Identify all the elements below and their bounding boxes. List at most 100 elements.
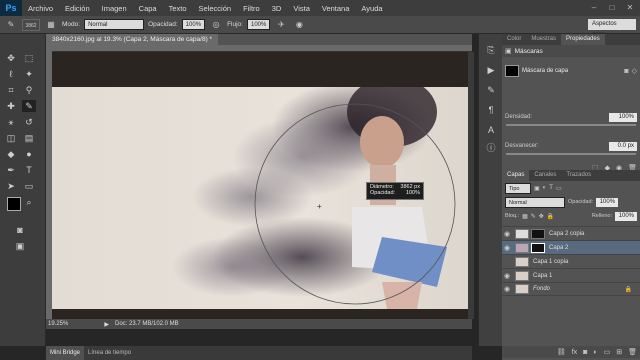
tab-timeline[interactable]: Línea de tiempo [84,346,135,360]
layer-name[interactable]: Fondo [533,286,550,292]
tab-color[interactable]: Color [502,34,526,45]
zoom-level[interactable]: 19.25% [48,321,68,327]
lock-position-icon[interactable]: ✥ [539,213,544,220]
history-brush-icon[interactable]: ↺ [22,116,36,128]
shape-tool-icon[interactable]: ▭ [22,180,36,192]
visibility-eye-icon[interactable]: ◉ [502,244,512,252]
eraser-tool-icon[interactable]: ◫ [4,132,18,144]
minimize-icon[interactable]: – [588,2,600,13]
layer-name[interactable]: Capa 1 [533,273,552,279]
new-layer-icon[interactable]: ⊞ [616,348,622,356]
filter-pixel-icon[interactable]: ▣ [534,185,540,192]
feather-slider[interactable] [506,153,636,155]
delete-layer-icon[interactable]: 🗑 [628,348,637,356]
healing-brush-icon[interactable]: ✚ [4,100,18,112]
flow-field[interactable]: 100% [246,19,271,30]
quick-select-icon[interactable]: ✦ [22,68,36,80]
brush-tool-icon[interactable]: ✎ [4,19,18,31]
foreground-color-swatch[interactable] [7,197,21,211]
maximize-icon[interactable]: □ [606,2,618,13]
history-panel-icon[interactable]: ⎘ [484,44,498,56]
mode-select[interactable]: Normal [84,19,145,30]
feather-field[interactable]: 0.0 px [609,141,637,151]
visibility-eye-icon[interactable]: ◉ [502,230,512,238]
menu-edicion[interactable]: Edición [59,4,96,13]
layer-name[interactable]: Capa 2 copia [549,231,584,237]
menu-ventana[interactable]: Ventana [316,4,356,13]
screen-mode-icon[interactable]: ▣ [13,240,27,252]
menu-archivo[interactable]: Archivo [22,4,59,13]
lasso-tool-icon[interactable]: ℓ [4,68,18,80]
visibility-eye-icon[interactable]: ◉ [502,285,512,293]
layer-row-capa-2-copia[interactable]: ◉ Capa 2 copia [502,226,640,240]
move-tool-icon[interactable]: ✥ [4,52,18,64]
layer-style-icon[interactable]: fx [572,349,577,356]
crop-tool-icon[interactable]: ⌗ [4,84,18,96]
pixel-mask-icon[interactable]: ◙ [624,68,628,75]
gradient-tool-icon[interactable]: ▤ [22,132,36,144]
actions-panel-icon[interactable]: ▶ [484,64,498,76]
add-mask-icon[interactable]: ◙ [583,349,587,356]
fill-field[interactable]: 100% [615,211,637,221]
layer-name[interactable]: Capa 1 copia [533,259,568,265]
lock-pixels-icon[interactable]: ▦ [522,213,528,220]
layer-filter-select[interactable]: Tipo [505,182,531,194]
status-arrow-icon[interactable]: ▶ [104,321,109,328]
tab-channels[interactable]: Canales [529,170,561,181]
tab-mini-bridge[interactable]: Mini Bridge [46,346,85,360]
filter-type-icon[interactable]: T [549,185,553,191]
menu-3d[interactable]: 3D [266,4,288,13]
link-layers-icon[interactable]: ⛓ [557,348,566,356]
lock-all-icon[interactable]: 🔒 [547,213,554,220]
layer-name[interactable]: Capa 2 [549,245,568,251]
menu-seleccion[interactable]: Selección [193,4,238,13]
density-slider[interactable] [506,124,636,126]
blur-tool-icon[interactable]: ◆ [4,148,18,160]
menu-filtro[interactable]: Filtro [237,4,266,13]
brush-panel-icon[interactable]: ✎ [484,84,498,96]
vector-mask-icon[interactable]: ◇ [632,67,637,75]
lock-paint-icon[interactable]: ✎ [531,213,536,220]
info-panel-icon[interactable]: ⓘ [484,142,498,154]
menu-vista[interactable]: Vista [287,4,316,13]
quick-mask-icon[interactable]: ◙ [13,224,27,236]
tab-layers[interactable]: Capas [502,170,530,181]
filter-shape-icon[interactable]: ▭ [556,185,562,192]
mask-thumbnail[interactable] [531,228,545,239]
adjustment-layer-icon[interactable]: ◐ [593,349,597,356]
close-icon[interactable]: ✕ [624,2,636,13]
filter-adjust-icon[interactable]: ◐ [543,185,547,191]
blend-mode-select[interactable]: Normal [505,196,565,208]
eyedropper-icon[interactable]: ⚲ [22,84,36,96]
density-field[interactable]: 100% [609,112,637,122]
paragraph-panel-icon[interactable]: ¶ [484,104,498,116]
character-panel-icon[interactable]: A [484,124,498,136]
clone-stamp-icon[interactable]: ⚹ [4,116,18,128]
visibility-eye-icon[interactable]: ◉ [502,272,512,280]
opacity-field[interactable]: 100% [181,19,206,30]
pressure-size-icon[interactable]: ◉ [292,19,306,31]
tab-swatches[interactable]: Muestras [526,34,561,45]
dodge-tool-icon[interactable]: ● [22,148,36,160]
marquee-tool-icon[interactable]: ⬚ [22,52,36,64]
path-select-icon[interactable]: ➤ [4,180,18,192]
brush-tool-icon[interactable]: ✎ [22,100,36,112]
menu-imagen[interactable]: Imagen [96,4,133,13]
layer-row-capa-2[interactable]: ◉ Capa 2 [502,240,640,254]
new-group-icon[interactable]: ▭ [604,348,611,356]
tab-properties[interactable]: Propiedades [561,34,605,45]
vertical-scrollbar[interactable] [468,52,474,319]
document-tab[interactable]: 3840x2160.jpg al 19.3% (Capa 2, Máscara … [46,34,219,45]
mask-thumbnail[interactable] [531,242,545,253]
type-tool-icon[interactable]: T [22,164,36,176]
tab-paths[interactable]: Trazados [561,170,596,181]
layer-row-capa-1[interactable]: ◉ Capa 1 [502,268,640,282]
layer-opacity-field[interactable]: 100% [596,197,619,207]
pressure-opacity-icon[interactable]: ◎ [209,19,223,31]
workspace-select[interactable]: Aspectos esen... [588,19,636,38]
horizontal-ruler[interactable] [52,45,472,52]
menu-texto[interactable]: Texto [163,4,193,13]
layer-row-capa-1-copia[interactable]: Capa 1 copia [502,254,640,268]
layer-row-fondo[interactable]: ◉ Fondo 🔒 [502,282,640,296]
menu-capa[interactable]: Capa [133,4,163,13]
